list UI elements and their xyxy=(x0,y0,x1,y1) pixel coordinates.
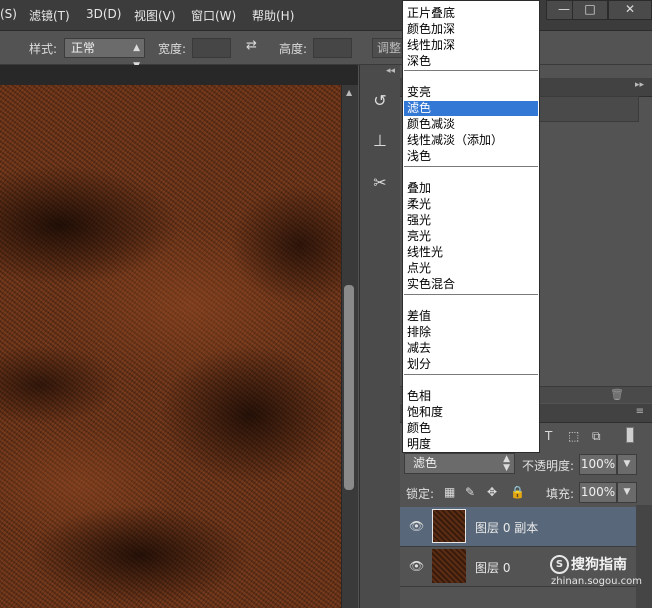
collapse-icon[interactable]: ◂◂ xyxy=(386,66,395,76)
layer-thumbnail xyxy=(432,549,466,583)
style-label: 样式: xyxy=(29,42,58,56)
blend-option[interactable]: 叠加 xyxy=(404,181,538,196)
blend-option[interactable]: 减去 xyxy=(404,341,538,356)
blend-option[interactable]: 排除 xyxy=(404,325,538,340)
eye-icon[interactable]: 👁 xyxy=(409,519,424,533)
texture-canvas-image[interactable] xyxy=(0,85,341,608)
layer-row[interactable]: 👁 图层 0 副本 xyxy=(400,507,636,547)
layer-name: 图层 0 副本 xyxy=(475,521,539,535)
layers-scrollbar[interactable] xyxy=(636,505,652,608)
blend-option[interactable]: 颜色 xyxy=(404,421,538,436)
blend-option[interactable]: 点光 xyxy=(404,261,538,276)
opacity-dropdown-icon[interactable]: ▼ xyxy=(617,454,637,475)
blend-option[interactable]: 色相 xyxy=(404,389,538,404)
blend-mode-dropdown-list: 正片叠底 颜色加深 线性加深 深色变亮 滤色 颜色减淡 线性减淡（添加） 浅色叠加 柔光 强光 亮光… xyxy=(402,0,540,453)
watermark-url: zhinan.sogou.com xyxy=(551,576,643,587)
menu-bar: (S) 滤镜(T) 3D(D) 视图(V) 窗口(W) 帮助(H) — □ ✕ xyxy=(0,0,652,31)
blend-option[interactable]: 正片叠底 xyxy=(404,6,538,21)
tool-preset-icon[interactable]: ✂ xyxy=(366,171,394,195)
lock-position-icon[interactable]: ✥ xyxy=(487,485,497,499)
menu-separator xyxy=(404,70,538,71)
filter-toggle[interactable] xyxy=(626,427,634,443)
swap-icon[interactable]: ⇄ xyxy=(246,38,257,53)
menu-filter[interactable]: 滤镜(T) xyxy=(29,7,70,24)
width-input[interactable] xyxy=(192,38,231,58)
fill-dropdown-icon[interactable]: ▼ xyxy=(617,482,637,503)
lock-pixels-icon[interactable]: ✎ xyxy=(465,485,475,499)
options-bar: 样式: 正常 ▲▼ 宽度: ⇄ 高度: 调整 xyxy=(0,31,652,71)
menu-help[interactable]: 帮助(H) xyxy=(252,7,294,24)
height-input[interactable] xyxy=(313,38,352,58)
trash-icon[interactable]: 🗑 xyxy=(610,388,624,401)
maximize-button[interactable]: □ xyxy=(572,0,608,20)
menu-separator xyxy=(404,166,538,167)
menu-separator xyxy=(404,374,538,375)
close-button[interactable]: ✕ xyxy=(608,0,652,20)
blend-option[interactable]: 划分 xyxy=(404,357,538,372)
blend-option[interactable]: 颜色加深 xyxy=(404,22,538,37)
clone-source-icon[interactable]: ⊥ xyxy=(366,129,394,153)
blend-option[interactable]: 深色 xyxy=(404,54,538,69)
blend-option[interactable]: 浅色 xyxy=(404,149,538,164)
menu-select[interactable]: (S) xyxy=(0,7,17,21)
menu-3d[interactable]: 3D(D) xyxy=(86,7,121,21)
blend-option[interactable]: 差值 xyxy=(404,309,538,324)
blend-option[interactable]: 滤色 xyxy=(404,101,538,116)
blend-option[interactable]: 变亮 xyxy=(404,85,538,100)
blend-option[interactable]: 柔光 xyxy=(404,197,538,212)
blend-option[interactable]: 线性光 xyxy=(404,245,538,260)
opacity-label: 不透明度: xyxy=(522,459,575,473)
blend-option[interactable]: 颜色减淡 xyxy=(404,117,538,132)
fill-field[interactable]: 100% xyxy=(579,482,617,503)
layers-panel-menu-icon[interactable]: ≡ xyxy=(636,406,644,417)
height-label: 高度: xyxy=(279,42,308,56)
blend-option[interactable]: 饱和度 xyxy=(404,405,538,420)
menu-separator xyxy=(404,294,538,295)
layer-thumbnail xyxy=(432,509,466,543)
eye-icon[interactable]: 👁 xyxy=(409,559,424,573)
blend-option[interactable]: 强光 xyxy=(404,213,538,228)
blend-option[interactable]: 明度 xyxy=(404,437,538,452)
panel-icon-strip: ◂◂ ↺ ⊥ ✂ xyxy=(359,65,401,608)
layer-name: 图层 0 xyxy=(475,561,511,575)
chevron-updown-icon: ▲▼ xyxy=(503,454,510,473)
panel-menu-icon[interactable]: ▸▸ xyxy=(635,80,644,90)
opacity-field[interactable]: 100% xyxy=(579,454,617,475)
menu-view[interactable]: 视图(V) xyxy=(134,7,176,24)
watermark-text: 搜狗指南 xyxy=(571,557,627,573)
fill-label: 填充: xyxy=(546,487,575,501)
scroll-up-icon[interactable]: ▲ xyxy=(346,88,352,97)
lock-label: 锁定: xyxy=(406,487,435,501)
style-select-value: 正常 xyxy=(71,41,96,55)
width-label: 宽度: xyxy=(158,42,187,56)
text-filter-icon[interactable]: T xyxy=(545,429,552,443)
blend-option[interactable]: 线性加深 xyxy=(404,38,538,53)
lock-transparent-icon[interactable]: ▦ xyxy=(444,485,455,499)
lock-icon[interactable]: 🔒 xyxy=(510,485,525,499)
blend-option[interactable]: 线性减淡（添加） xyxy=(404,133,538,148)
shape-filter-icon[interactable]: ⬚ xyxy=(568,429,579,443)
blend-option[interactable]: 实色混合 xyxy=(404,277,538,292)
canvas-scroll-thumb[interactable] xyxy=(344,285,354,490)
sogou-logo-icon: S xyxy=(550,555,569,574)
smart-filter-icon[interactable]: ⧉ xyxy=(592,429,601,444)
blend-mode-value: 滤色 xyxy=(413,456,438,470)
blend-mode-select[interactable]: 滤色 ▲ ▼ xyxy=(404,453,515,474)
menu-window[interactable]: 窗口(W) xyxy=(191,7,236,24)
style-select[interactable]: 正常 ▲▼ xyxy=(64,38,145,71)
history-icon[interactable]: ↺ xyxy=(366,89,394,113)
blend-option[interactable]: 亮光 xyxy=(404,229,538,244)
